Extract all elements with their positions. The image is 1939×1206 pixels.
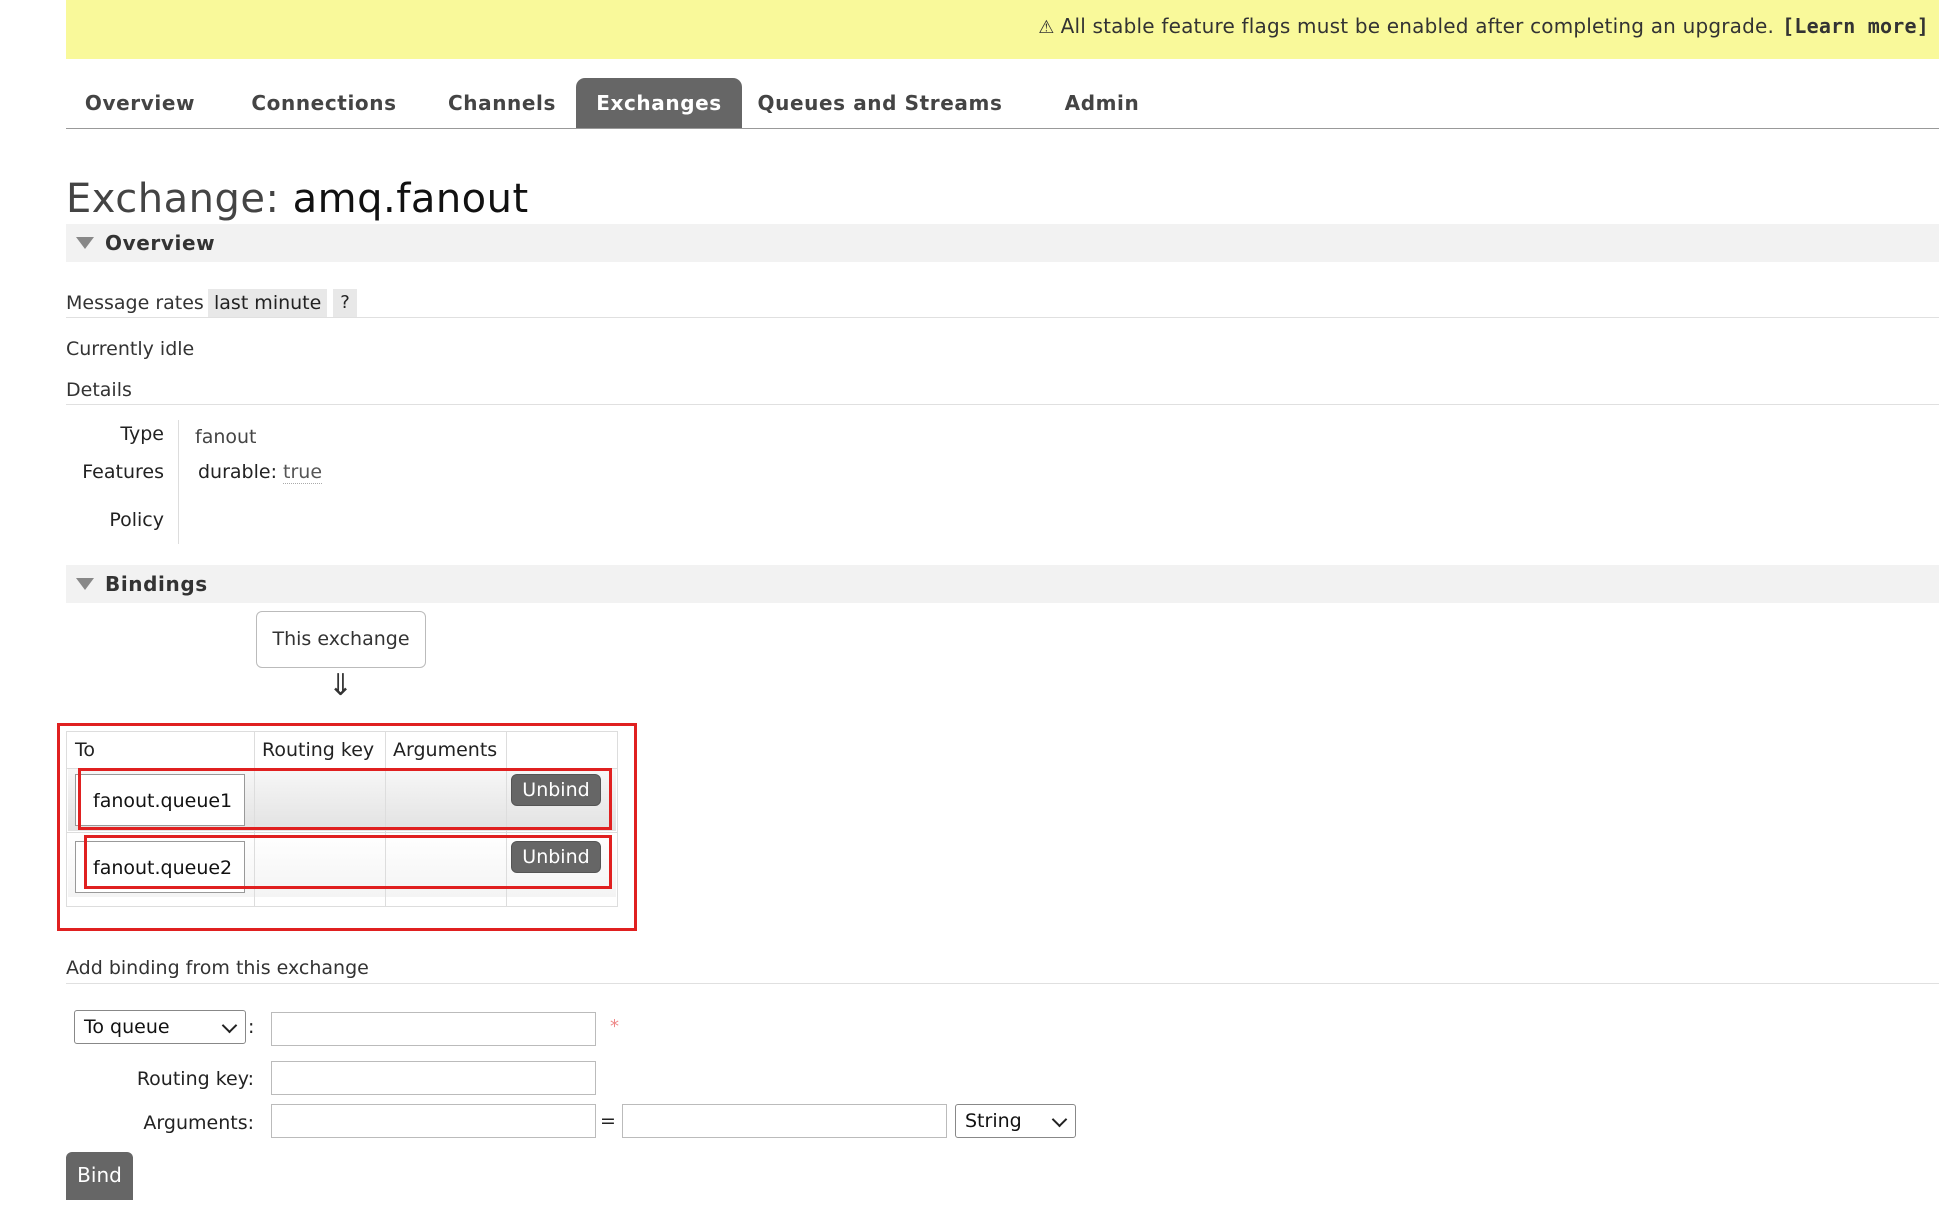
tab-connections[interactable]: Connections [232, 78, 416, 128]
arguments-label: Arguments: [143, 1112, 254, 1134]
divider [66, 983, 1939, 984]
divider [66, 317, 1939, 318]
message-rates-label: Message rates [66, 292, 204, 314]
argument-type-value: String [965, 1110, 1022, 1132]
help-button[interactable]: ? [333, 289, 357, 317]
this-exchange-node: This exchange [256, 611, 426, 668]
overview-section-header[interactable]: Overview [66, 224, 1939, 262]
tab-overview[interactable]: Overview [66, 78, 214, 128]
bindings-section-label: Bindings [105, 572, 208, 596]
chevron-down-icon [221, 1017, 238, 1034]
equals-sign: = [600, 1110, 616, 1132]
feature-durable-value: true [283, 461, 323, 484]
routing-key-label: Routing key: [136, 1068, 254, 1090]
tab-exchanges[interactable]: Exchanges [576, 78, 742, 128]
feature-durable-key: durable: [198, 461, 277, 483]
routing-key-input[interactable] [271, 1061, 596, 1095]
destination-name-input[interactable] [271, 1012, 596, 1046]
feature-flag-notice: ⚠ All stable feature flags must be enable… [66, 0, 1939, 59]
exchange-name: amq.fanout [292, 176, 529, 222]
type-value: fanout [195, 426, 257, 448]
main-nav-tabs: Overview Connections Channels Exchanges … [66, 78, 1939, 129]
details-heading: Details [66, 379, 132, 401]
page-title: Exchange: amq.fanout [66, 176, 529, 222]
collapse-triangle-icon [76, 237, 94, 249]
learn-more-link[interactable]: [Learn more] [1782, 14, 1929, 38]
destination-type-value: To queue [84, 1016, 170, 1038]
overview-section-label: Overview [105, 231, 216, 255]
add-binding-heading: Add binding from this exchange [66, 957, 369, 979]
feature-durable: durable: true [198, 461, 323, 484]
details-separator [178, 420, 179, 544]
required-marker: * [610, 1016, 619, 1037]
page-title-prefix: Exchange: [66, 176, 280, 222]
chevron-down-icon [1051, 1111, 1068, 1128]
tab-channels[interactable]: Channels [428, 78, 576, 128]
warning-icon: ⚠ [1038, 17, 1055, 38]
tab-queues-and-streams[interactable]: Queues and Streams [756, 78, 1004, 128]
destination-type-select[interactable]: To queue [74, 1010, 246, 1044]
collapse-triangle-icon [76, 578, 94, 590]
bindings-section-header[interactable]: Bindings [66, 565, 1939, 603]
policy-label: Policy [109, 509, 164, 531]
tab-admin[interactable]: Admin [1032, 78, 1172, 128]
message-rates-period-selector[interactable]: last minute [208, 289, 328, 317]
notice-text: All stable feature flags must be enabled… [1060, 14, 1775, 38]
bind-button[interactable]: Bind [66, 1152, 133, 1200]
divider [66, 404, 1939, 405]
features-label: Features [82, 461, 164, 483]
down-arrow-icon: ⇓ [328, 668, 354, 703]
argument-value-input[interactable] [622, 1104, 947, 1138]
argument-type-select[interactable]: String [955, 1104, 1076, 1138]
idle-status: Currently idle [66, 338, 195, 360]
highlight-outline-row1 [78, 768, 612, 830]
highlight-outline-row2 [84, 835, 612, 889]
destination-colon: : [248, 1016, 255, 1038]
argument-key-input[interactable] [271, 1104, 596, 1138]
type-label: Type [120, 423, 164, 445]
notice-message: ⚠ All stable feature flags must be enable… [1038, 14, 1929, 38]
page: ⚠ All stable feature flags must be enable… [0, 0, 1939, 1206]
